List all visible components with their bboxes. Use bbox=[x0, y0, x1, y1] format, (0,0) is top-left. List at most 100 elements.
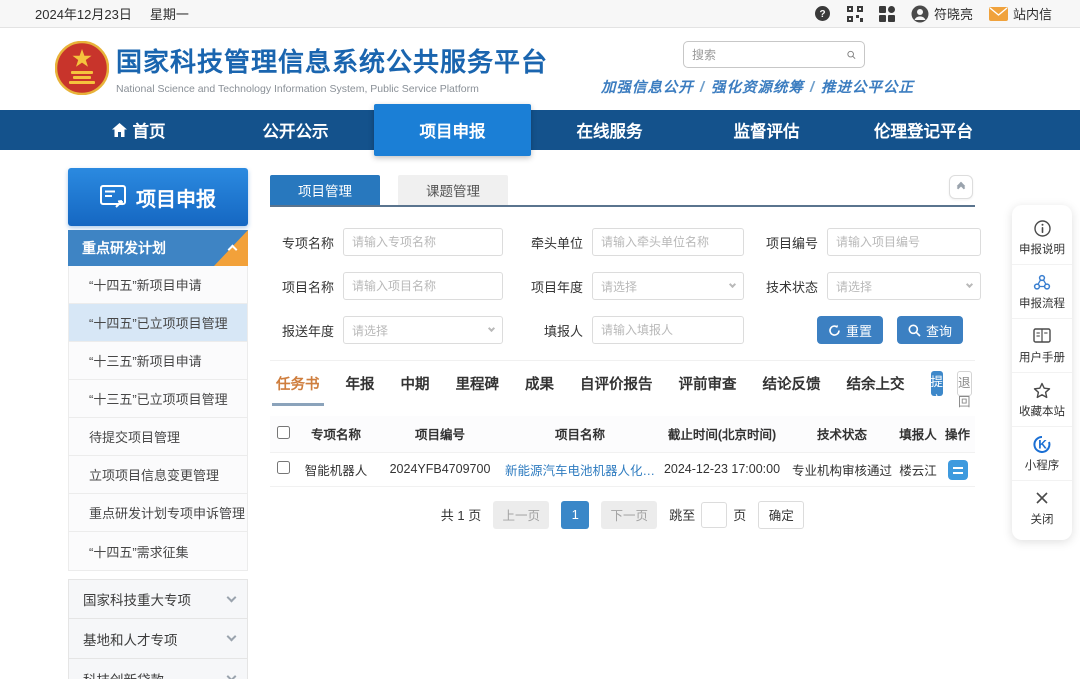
sidebar-accordion-bases-talents[interactable]: 基地和人才专项 bbox=[68, 619, 248, 659]
next-page-button[interactable]: 下一页 bbox=[601, 501, 657, 529]
table-row: 智能机器人 2024YFB4709700 新能源汽车电池机器人化… 2024-1… bbox=[270, 452, 975, 486]
form-buttons: 重置 查询 bbox=[817, 316, 963, 344]
sidebar-group-key-rd-plan[interactable]: 重点研发计划 bbox=[68, 230, 248, 266]
operation-form-icon[interactable] bbox=[948, 460, 968, 480]
close-icon bbox=[1035, 489, 1049, 507]
chevron-up-icon bbox=[228, 245, 238, 255]
page-total: 共 1 页 bbox=[441, 505, 481, 524]
project-year-select[interactable]: 请选择 bbox=[592, 272, 744, 300]
field-project-year: 项目年度 请选择 bbox=[531, 272, 744, 300]
tabs-row: 项目管理 课题管理 bbox=[270, 175, 975, 207]
filler-input[interactable] bbox=[592, 316, 744, 344]
panel-item-close[interactable]: 关闭 bbox=[1012, 481, 1072, 534]
chevron-down-icon bbox=[227, 592, 237, 602]
nav-item-public[interactable]: 公开公示 bbox=[217, 110, 374, 150]
subtab-self-evaluation[interactable]: 自评价报告 bbox=[580, 373, 653, 394]
jump-page-input[interactable] bbox=[701, 502, 727, 528]
chevron-down-icon bbox=[729, 280, 736, 287]
subtab-annual-report[interactable]: 年报 bbox=[346, 373, 375, 394]
main-nav: 首页 公开公示 项目申报 在线服务 监督评估 伦理登记平台 bbox=[0, 110, 1080, 150]
reset-button[interactable]: 重置 bbox=[817, 316, 883, 344]
sidebar-item-145-approved-management[interactable]: “十四五”已立项项目管理 bbox=[69, 304, 247, 342]
sidebar-item-appeal-management[interactable]: 重点研发计划专项申诉管理 bbox=[69, 494, 247, 532]
application-doc-icon bbox=[100, 185, 126, 209]
lead-unit-input[interactable] bbox=[592, 228, 744, 256]
panel-item-application-instructions[interactable]: 申报说明 bbox=[1012, 211, 1072, 265]
collapse-panel-button[interactable] bbox=[949, 175, 973, 199]
search-form: 专项名称 牵头单位 项目编号 项目名称 bbox=[270, 228, 975, 344]
subtab-surplus-submission[interactable]: 结余上交 bbox=[847, 373, 905, 394]
field-report-year: 报送年度 请选择 bbox=[282, 316, 503, 344]
sidebar-header-project-application[interactable]: 项目申报 bbox=[68, 168, 248, 226]
prev-page-button[interactable]: 上一页 bbox=[493, 501, 549, 529]
sidebar-item-135-new-application[interactable]: “十三五”新项目申请 bbox=[69, 342, 247, 380]
sidebar-item-145-demand-collection[interactable]: “十四五”需求征集 bbox=[69, 532, 247, 570]
panel-item-user-manual[interactable]: 用户手册 bbox=[1012, 319, 1072, 373]
tab-project-management[interactable]: 项目管理 bbox=[270, 175, 380, 205]
nav-item-online-service[interactable]: 在线服务 bbox=[531, 110, 688, 150]
subtab-pre-review[interactable]: 评前审查 bbox=[679, 373, 737, 394]
panel-item-application-process[interactable]: 申报流程 bbox=[1012, 265, 1072, 319]
subtab-results[interactable]: 成果 bbox=[525, 373, 554, 394]
projects-table: 专项名称 项目编号 项目名称 截止时间(北京时间) 技术状态 填报人 操作 智能… bbox=[270, 416, 975, 487]
subtab-milestone[interactable]: 里程碑 bbox=[456, 373, 500, 394]
help-circle-icon[interactable]: ? bbox=[814, 5, 831, 22]
report-year-select[interactable]: 请选择 bbox=[343, 316, 503, 344]
qr-code-icon[interactable] bbox=[847, 6, 863, 22]
flow-diagram-icon bbox=[1033, 273, 1051, 291]
mail-label: 站内信 bbox=[1013, 4, 1052, 23]
slogan-1: 加强信息公开 bbox=[601, 80, 694, 96]
project-no-input[interactable] bbox=[827, 228, 981, 256]
sidebar-item-135-approved-management[interactable]: “十三五”已立项项目管理 bbox=[69, 380, 247, 418]
svg-text:?: ? bbox=[819, 9, 825, 20]
field-project-name: 项目名称 bbox=[282, 272, 503, 300]
apps-grid-icon[interactable] bbox=[879, 6, 895, 22]
subtab-midterm[interactable]: 中期 bbox=[401, 373, 430, 394]
search-icon bbox=[908, 324, 921, 337]
row-checkbox[interactable] bbox=[277, 461, 290, 474]
search-icon[interactable] bbox=[847, 47, 856, 63]
project-name-link[interactable]: 新能源汽车电池机器人化… bbox=[505, 464, 655, 478]
nav-item-supervision[interactable]: 监督评估 bbox=[688, 110, 845, 150]
nav-item-home[interactable]: 首页 bbox=[60, 110, 217, 150]
main-panel: 项目管理 课题管理 专项名称 牵头单位 bbox=[270, 175, 975, 529]
select-all-checkbox[interactable] bbox=[277, 426, 290, 439]
weekday-text: 星期一 bbox=[150, 4, 189, 23]
panel-item-bookmark-site[interactable]: 收藏本站 bbox=[1012, 373, 1072, 427]
col-project-name: 项目名称 bbox=[504, 416, 656, 452]
jump-suffix: 页 bbox=[733, 505, 746, 524]
date-text: 2024年12月23日 bbox=[35, 4, 132, 23]
subtab-conclusion-feedback[interactable]: 结论反馈 bbox=[763, 373, 821, 394]
chevron-down-icon bbox=[227, 672, 237, 679]
tab-topic-management[interactable]: 课题管理 bbox=[398, 175, 508, 205]
chevron-down-icon bbox=[227, 632, 237, 642]
user-menu[interactable]: 符晓亮 bbox=[911, 4, 973, 23]
panel-item-mini-program[interactable]: K 小程序 bbox=[1012, 427, 1072, 481]
search-input[interactable] bbox=[692, 48, 847, 62]
site-subtitle: National Science and Technology Informat… bbox=[116, 83, 548, 95]
tech-status-select[interactable]: 请选择 bbox=[827, 272, 981, 300]
project-name-input[interactable] bbox=[343, 272, 503, 300]
topbar: 2024年12月23日 星期一 ? 符晓亮 站内信 bbox=[0, 0, 1080, 28]
jump-prefix: 跳至 bbox=[669, 505, 695, 524]
national-emblem-logo bbox=[55, 41, 109, 95]
sidebar-item-145-new-application[interactable]: “十四五”新项目申请 bbox=[69, 266, 247, 304]
query-button[interactable]: 查询 bbox=[897, 316, 963, 344]
sidebar-accordion-major-projects[interactable]: 国家科技重大专项 bbox=[68, 579, 248, 619]
special-name-input[interactable] bbox=[343, 228, 503, 256]
confirm-jump-button[interactable]: 确定 bbox=[758, 501, 804, 529]
subtab-task-book[interactable]: 任务书 bbox=[276, 373, 320, 394]
sidebar-item-pending-projects[interactable]: 待提交项目管理 bbox=[69, 418, 247, 456]
col-special-name: 专项名称 bbox=[296, 416, 376, 452]
page-1-button[interactable]: 1 bbox=[561, 501, 589, 529]
nav-item-project-application[interactable]: 项目申报 bbox=[374, 104, 531, 156]
submit-button[interactable]: 提交 bbox=[931, 371, 944, 396]
document-subtabs: 任务书 年报 中期 里程碑 成果 自评价报告 评前审查 结论反馈 结余上交 提交… bbox=[270, 360, 975, 408]
sidebar: 项目申报 重点研发计划 “十四五”新项目申请 “十四五”已立项项目管理 “十三五… bbox=[68, 168, 248, 679]
return-button[interactable]: 退回 bbox=[957, 371, 972, 396]
col-operation: 操作 bbox=[940, 416, 975, 452]
sidebar-accordion-sci-innovation[interactable]: 科技创新贷款 bbox=[68, 659, 248, 679]
nav-item-ethics-platform[interactable]: 伦理登记平台 bbox=[845, 110, 1002, 150]
site-mail[interactable]: 站内信 bbox=[989, 4, 1052, 23]
sidebar-item-info-change[interactable]: 立项项目信息变更管理 bbox=[69, 456, 247, 494]
